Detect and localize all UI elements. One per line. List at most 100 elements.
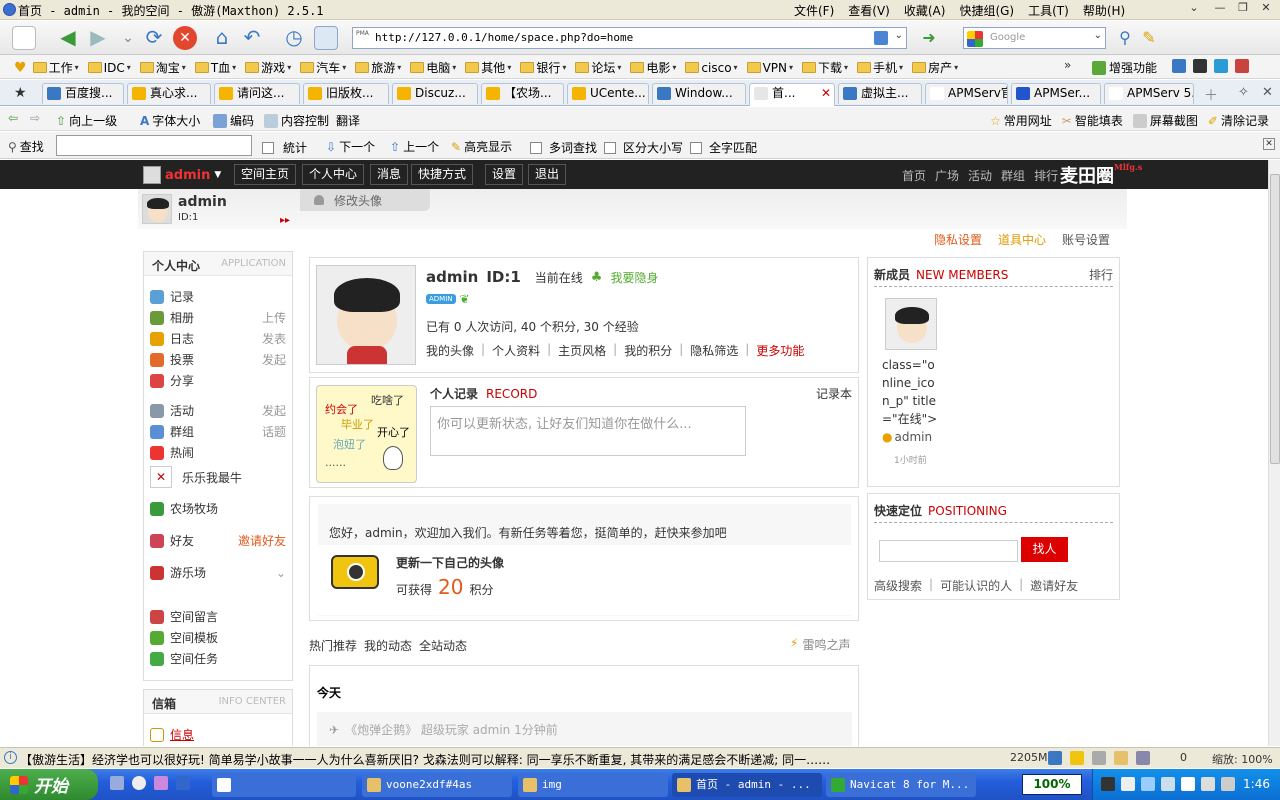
folder-icon[interactable] xyxy=(1114,751,1128,765)
close-tab-icon[interactable]: ✕ xyxy=(821,84,831,103)
browser-tab[interactable]: 真心求... xyxy=(127,83,211,104)
start-button[interactable]: 开始 xyxy=(0,769,98,800)
quick-launch-icon[interactable] xyxy=(176,776,190,790)
search-box[interactable]: Google ⌄ xyxy=(963,27,1106,49)
quick-launch-icon[interactable] xyxy=(110,776,124,790)
favorite-folder[interactable]: 论坛 ▾ xyxy=(575,59,621,76)
favorite-folder[interactable]: 工作 ▾ xyxy=(32,59,79,76)
tab-site-feed[interactable]: 全站动态 xyxy=(419,637,467,654)
browser-tab[interactable]: 【农场... xyxy=(481,83,564,104)
undo-icon[interactable]: ↶ xyxy=(240,26,264,50)
thunder-link[interactable]: ⚡ 雷鸣之声 xyxy=(790,636,850,653)
tray-icon[interactable] xyxy=(1141,777,1155,791)
sidebar-item-action[interactable]: 发起 xyxy=(262,351,286,368)
sidebar-item[interactable]: 农场牧场 xyxy=(150,500,286,517)
favorite-folder[interactable]: 游戏 ▾ xyxy=(245,59,291,76)
member-avatar[interactable] xyxy=(885,298,937,350)
favorite-folder[interactable]: T血 ▾ xyxy=(194,59,236,76)
tray-icon[interactable] xyxy=(1121,777,1135,791)
sidebar-item[interactable]: 空间任务 xyxy=(150,650,286,667)
close-find-icon[interactable]: ✕ xyxy=(1263,138,1275,150)
quick-launch-icon[interactable] xyxy=(154,776,168,790)
favorite-folder[interactable]: 淘宝 ▾ xyxy=(139,59,186,76)
input-indicator[interactable]: 100% xyxy=(1022,774,1082,795)
browser-tab[interactable]: 请问这... xyxy=(214,83,300,104)
sidebar-item-action[interactable]: 上传 xyxy=(262,309,286,326)
sidebar-item[interactable]: 游乐场 ⌄ xyxy=(150,564,286,581)
new-page-icon[interactable] xyxy=(12,26,36,50)
arrow-right-icon[interactable]: ▸▸ xyxy=(280,215,290,226)
address-dropdown-icon[interactable]: ⌄ xyxy=(895,30,903,41)
back-icon[interactable]: ◀ xyxy=(56,26,80,50)
link-home[interactable]: 首页 xyxy=(902,167,926,184)
search-icon[interactable]: ⚲ xyxy=(1113,26,1137,50)
stop-icon[interactable]: ✕ xyxy=(173,26,197,50)
taskbar-item[interactable]: img xyxy=(518,773,668,797)
taskbar-item[interactable]: voone2xdf#4as xyxy=(362,773,512,797)
forward-small-icon[interactable]: ⇨ xyxy=(30,111,40,125)
content-control-button[interactable]: 内容控制 xyxy=(264,112,329,129)
profile-link[interactable]: 个人资料 xyxy=(492,342,540,359)
quick-launch-icon[interactable] xyxy=(132,776,146,790)
sidebar-item[interactable]: 好友 邀请好友 xyxy=(150,532,286,549)
tray-icon[interactable] xyxy=(1201,777,1215,791)
user-menu[interactable]: admin ▼ xyxy=(143,165,223,185)
browser-tab[interactable]: APMServ官... xyxy=(925,83,1008,104)
menu-favorites[interactable]: 收藏(A) xyxy=(904,2,946,19)
download-icon[interactable] xyxy=(1048,751,1062,765)
minimize-icon[interactable]: — xyxy=(1210,1,1230,17)
feed-item[interactable]: ✈ 《炮弹企鹅》 超级玩家 admin 1分钟前 xyxy=(317,712,852,746)
link-groups[interactable]: 群组 xyxy=(1001,167,1025,184)
layers-icon[interactable] xyxy=(1136,751,1150,765)
common-urls-button[interactable]: ☆ 常用网址 xyxy=(990,112,1052,129)
favorite-folder[interactable]: VPN ▾ xyxy=(746,61,793,75)
advanced-search-link[interactable]: 高级搜索 xyxy=(874,577,922,594)
browser-tab[interactable]: 旧版枚... xyxy=(303,83,389,104)
multi-word-checkbox[interactable]: 多词查找 xyxy=(530,139,597,156)
search-engine-dropdown-icon[interactable]: ⌄ xyxy=(1094,30,1102,41)
font-size-button[interactable]: A 字体大小 xyxy=(140,112,200,129)
sidebar-item[interactable]: 空间模板 xyxy=(150,629,286,646)
sidebar-item[interactable]: 投票 发起 xyxy=(150,351,286,368)
refresh-icon[interactable]: ⟳ xyxy=(142,26,166,50)
screen-icon[interactable] xyxy=(314,26,338,50)
favorite-folder[interactable]: 手机 ▾ xyxy=(857,59,903,76)
sidebar-item[interactable]: 活动 发起 xyxy=(150,402,286,419)
history-dropdown-icon[interactable]: ⌄ xyxy=(116,26,140,50)
member-name-row[interactable]: ● admin xyxy=(882,430,932,444)
translate-button[interactable]: 翻译 xyxy=(336,112,360,129)
home-icon[interactable]: ⌂ xyxy=(210,26,234,50)
account-settings-link[interactable]: 账号设置 xyxy=(1062,231,1110,248)
add-favorite-icon[interactable] xyxy=(874,31,888,45)
nav-personal-center[interactable]: 个人中心 xyxy=(302,164,365,185)
sidebar-item[interactable]: 日志 发表 xyxy=(150,330,286,347)
tray-icon[interactable] xyxy=(1181,777,1195,791)
browser-tab[interactable]: UCente... xyxy=(567,83,649,104)
link-plaza[interactable]: 广场 xyxy=(935,167,959,184)
nav-messages[interactable]: 消息 xyxy=(370,164,409,185)
info-item[interactable]: 信息 xyxy=(150,726,286,743)
highlight-button[interactable]: ✎ 高亮显示 xyxy=(451,138,512,155)
favorite-folder[interactable]: 汽车 ▾ xyxy=(300,59,346,76)
zoom-level[interactable]: 缩放: 100% xyxy=(1212,751,1273,767)
plugin-icon[interactable] xyxy=(1172,59,1186,73)
menu-groups[interactable]: 快捷组(G) xyxy=(959,2,1014,19)
star-icon[interactable]: ★ xyxy=(14,85,27,101)
browser-tab[interactable]: Window... xyxy=(652,83,746,104)
wrench-icon[interactable]: ✧ xyxy=(1238,85,1249,100)
close-tab-icon[interactable]: ✕ xyxy=(1262,85,1273,100)
forward-icon[interactable]: ▶ xyxy=(86,26,110,50)
status-news-ticker[interactable]: 【傲游生活】经济学也可以很好玩! 简单易学小故事一一人为什么喜新厌旧? 戈森法则… xyxy=(20,751,850,768)
enhanced-features-button[interactable]: 增强功能 xyxy=(1092,59,1157,76)
favorite-folder[interactable]: cisco ▾ xyxy=(685,61,738,75)
tab-hot[interactable]: 热门推荐 xyxy=(309,637,357,654)
find-prev-button[interactable]: ⇧ 上一个 xyxy=(390,138,439,155)
sidebar-item[interactable]: 空间留言 xyxy=(150,608,286,625)
profile-link[interactable]: 主页风格 xyxy=(558,342,606,359)
privacy-settings-link[interactable]: 隐私设置 xyxy=(934,231,982,248)
link-ranking[interactable]: 排行 xyxy=(1034,167,1058,184)
profile-avatar[interactable] xyxy=(316,265,416,365)
more-favorites-icon[interactable]: » xyxy=(1064,58,1071,72)
nav-logout[interactable]: 退出 xyxy=(528,164,567,185)
nav-settings[interactable]: 设置 xyxy=(485,164,524,185)
